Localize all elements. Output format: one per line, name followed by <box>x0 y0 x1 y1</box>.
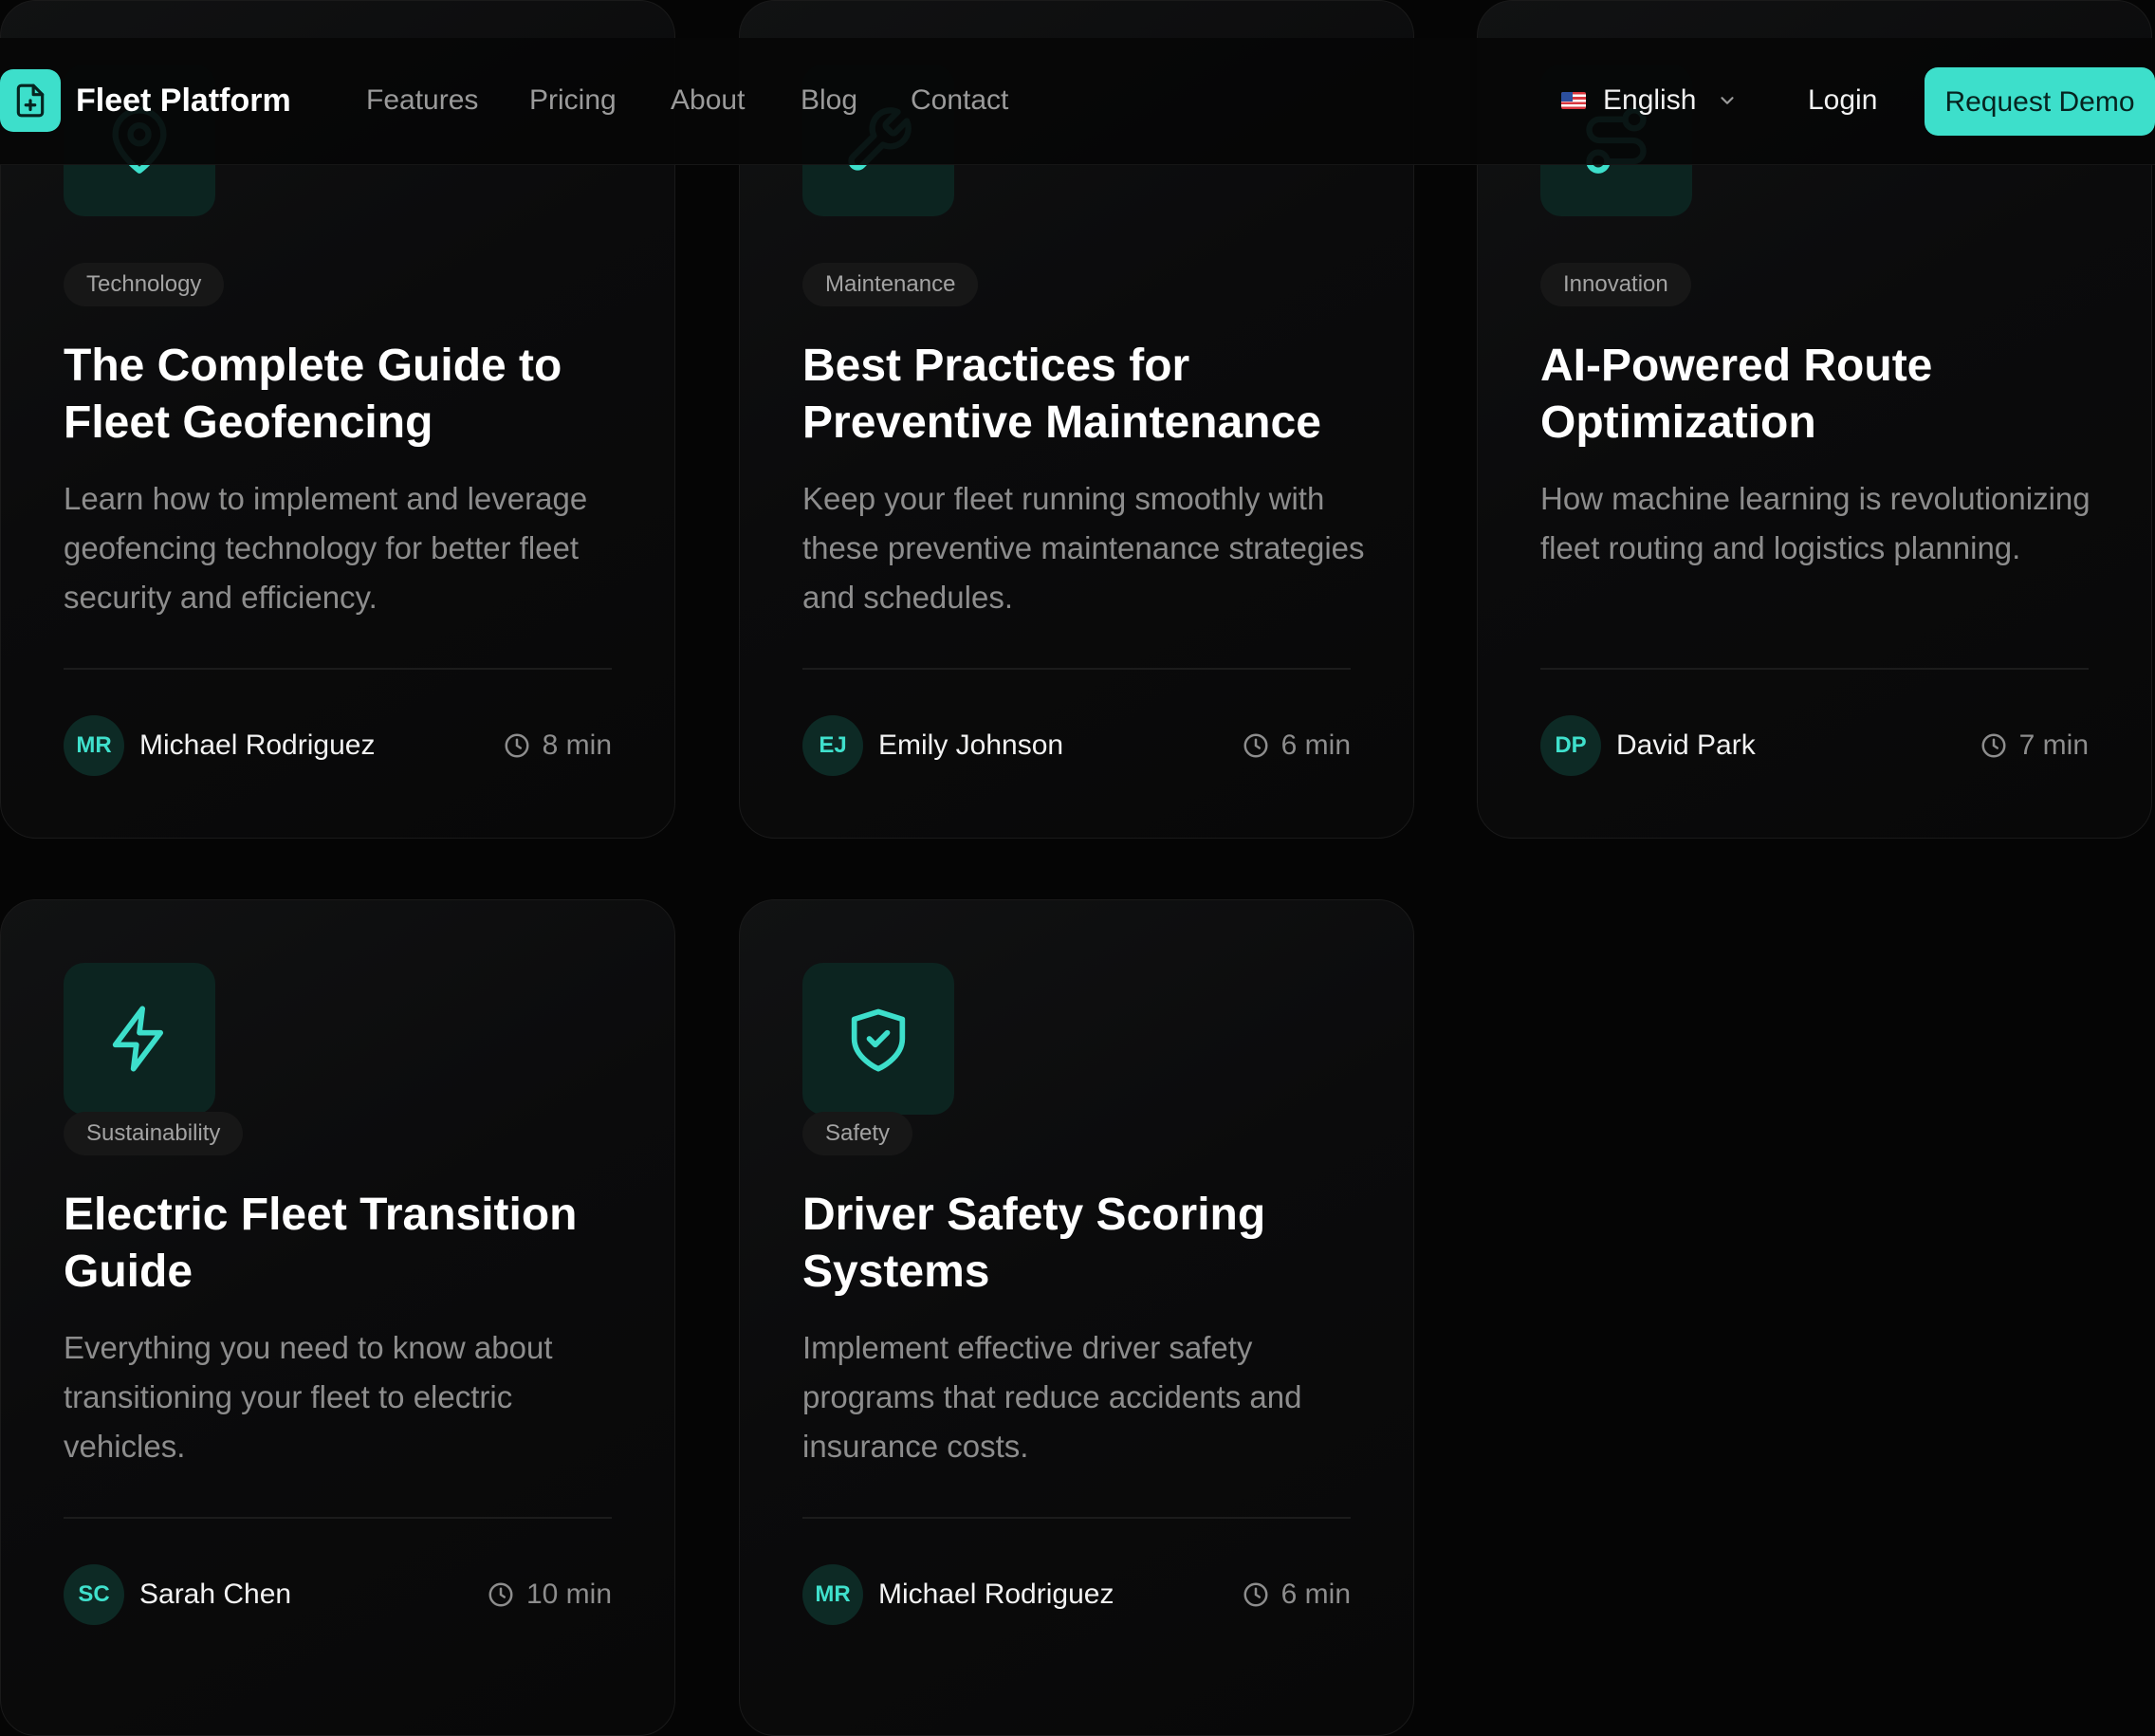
post-excerpt: Keep your fleet running smoothly with th… <box>802 481 1365 615</box>
nav-link-contact[interactable]: Contact <box>911 82 1008 120</box>
language-label: English <box>1603 84 1697 116</box>
divider <box>64 1517 612 1519</box>
clock-icon <box>505 733 529 758</box>
avatar: DP <box>1540 715 1601 776</box>
brand-name[interactable]: Fleet Platform <box>76 80 291 121</box>
nav-link-pricing[interactable]: Pricing <box>529 82 617 120</box>
author-name: Michael Rodriguez <box>878 1579 1114 1610</box>
post-excerpt: Everything you need to know about transi… <box>64 1330 553 1464</box>
read-time-label: 10 min <box>525 1579 612 1610</box>
chevron-down-icon <box>1721 97 1735 104</box>
read-time: 8 min <box>503 715 612 776</box>
blog-card[interactable]: Safety Driver Safety Scoring Systems Imp… <box>739 899 1414 1736</box>
post-title[interactable]: The Complete Guide to Fleet Geofencing <box>64 338 633 452</box>
avatar: MR <box>802 1564 863 1625</box>
avatar: MR <box>64 715 124 776</box>
author: DP David Park <box>1540 715 1756 776</box>
post-title[interactable]: AI-Powered Route Optimization <box>1540 338 2109 452</box>
author-name: Sarah Chen <box>139 1579 292 1610</box>
divider <box>1540 668 2089 670</box>
clock-icon <box>488 1582 513 1607</box>
login-link[interactable]: Login <box>1808 82 1877 120</box>
author: MR Michael Rodriguez <box>802 1564 1114 1625</box>
blog-card[interactable]: Sustainability Electric Fleet Transition… <box>0 899 675 1736</box>
read-time-label: 7 min <box>2018 729 2089 761</box>
post-excerpt: Learn how to implement and leverage geof… <box>64 481 588 615</box>
logo-icon[interactable] <box>0 69 61 132</box>
divider <box>802 1517 1351 1519</box>
request-demo-button[interactable]: Request Demo <box>1925 67 2155 136</box>
category-tag: Technology <box>64 263 225 306</box>
author: SC Sarah Chen <box>64 1564 291 1625</box>
author: EJ Emily Johnson <box>802 715 1063 776</box>
nav-link-blog[interactable]: Blog <box>801 82 857 120</box>
author-name: Emily Johnson <box>878 729 1064 761</box>
category-tag: Safety <box>802 1112 913 1155</box>
lightning-icon <box>64 963 215 1115</box>
clock-icon <box>1243 733 1268 758</box>
read-time-label: 8 min <box>542 729 612 761</box>
language-selector[interactable]: English <box>1561 82 1738 120</box>
read-time: 6 min <box>1242 1564 1351 1625</box>
category-tag: Innovation <box>1540 263 1691 306</box>
author: MR Michael Rodriguez <box>64 715 375 776</box>
clock-icon <box>1243 1582 1268 1607</box>
category-tag: Maintenance <box>802 263 979 306</box>
post-title[interactable]: Driver Safety Scoring Systems <box>802 1187 1372 1301</box>
avatar: EJ <box>802 715 863 776</box>
post-excerpt: Implement effective driver safety progra… <box>802 1330 1302 1464</box>
divider <box>802 668 1351 670</box>
author-name: Michael Rodriguez <box>139 729 376 761</box>
read-time-label: 6 min <box>1280 729 1351 761</box>
read-time: 7 min <box>1980 715 2089 776</box>
read-time-label: 6 min <box>1280 1579 1351 1610</box>
post-excerpt: How machine learning is revolutionizing … <box>1540 481 2091 565</box>
shield-check-icon <box>802 963 954 1115</box>
clock-icon <box>1981 733 2006 758</box>
post-title[interactable]: Best Practices for Preventive Maintenanc… <box>802 338 1372 452</box>
post-title[interactable]: Electric Fleet Transition Guide <box>64 1187 633 1301</box>
divider <box>64 668 612 670</box>
avatar: SC <box>64 1564 124 1625</box>
read-time: 6 min <box>1242 715 1351 776</box>
category-tag: Sustainability <box>64 1112 244 1155</box>
author-name: David Park <box>1616 729 1756 761</box>
nav-link-features[interactable]: Features <box>366 82 478 120</box>
us-flag-icon <box>1561 92 1586 109</box>
top-navbar: Fleet Platform Features Pricing About Bl… <box>0 38 2155 165</box>
nav-link-about[interactable]: About <box>671 82 745 120</box>
read-time: 10 min <box>487 1564 612 1625</box>
